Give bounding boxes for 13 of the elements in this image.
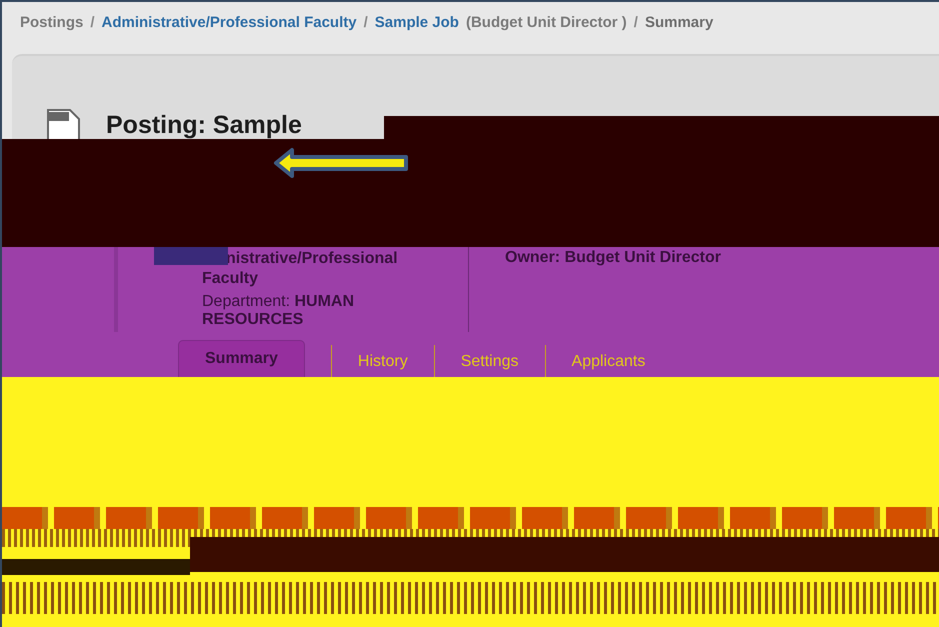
department-text: Department: HUMAN RESOURCES (202, 293, 356, 329)
breadcrumb-text: (Budget Unit Director ) (466, 14, 627, 30)
breadcrumb-separator: / (90, 14, 95, 30)
breadcrumb-separator: / (634, 14, 638, 30)
breadcrumb-text: Postings (20, 14, 84, 30)
breadcrumb-separator: / (364, 14, 368, 30)
breadcrumb-current: Summary (644, 14, 714, 30)
breadcrumb-link[interactable]: Administrative/Professional Faculty (102, 14, 357, 30)
breadcrumb-link[interactable]: Sample Job (374, 14, 459, 30)
category-text: nistrative/Professional Faculty (202, 249, 399, 289)
posting-title: Posting: Sample (106, 111, 302, 139)
tab[interactable]: Summary (178, 340, 305, 377)
owner-text: Owner: Budget Unit Director (505, 249, 722, 267)
